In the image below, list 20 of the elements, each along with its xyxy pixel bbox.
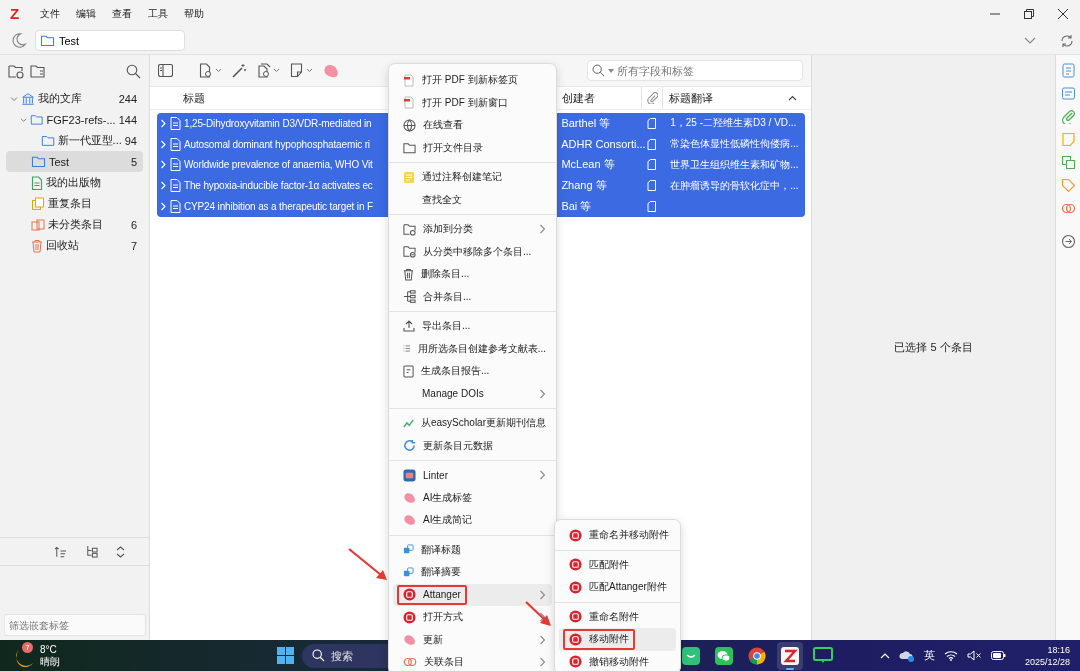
table-cell: Worldwide prevalence of anaemia, WHO Vit xyxy=(184,159,373,171)
table-cell: Barthel 等 xyxy=(561,116,611,129)
table-cell: Zhang 等 xyxy=(561,179,607,192)
clock-time: 18:16 xyxy=(1047,643,1070,656)
table-cell: The hypoxia-inducible factor-1α activates ec xyxy=(184,180,373,192)
table-cell: 1,25-Dihydroxyvitamin D3/VDR-mediated in xyxy=(184,117,372,129)
table-cell: 在肿瘤诱导的骨软化症中，... xyxy=(670,179,799,191)
table-cell: 世界卫生组织维生素和矿物... xyxy=(670,159,799,170)
clock-date: 2025/12/28 xyxy=(1024,655,1070,668)
table-cell: Bai 等 xyxy=(561,200,592,213)
table-cell: ADHR Consorti... xyxy=(561,138,646,151)
table-cell: McLean 等 xyxy=(561,158,615,171)
table-cell: 常染色体显性低磷性佝偻病... xyxy=(670,138,799,150)
temperature-label: 8°C xyxy=(40,643,58,656)
app-logo: Z xyxy=(10,5,21,22)
table-cell: Autosomal dominant hypophosphataemic ri xyxy=(184,138,370,150)
table-cell: CYP24 inhibition as a therapeutic target in F xyxy=(184,201,373,213)
table-cell: 1，25 -二羟维生素D3 / VD... xyxy=(670,117,797,129)
selection-message: 已选择 5 个条目 xyxy=(894,339,973,355)
weather-label: 晴朗 xyxy=(40,655,60,668)
